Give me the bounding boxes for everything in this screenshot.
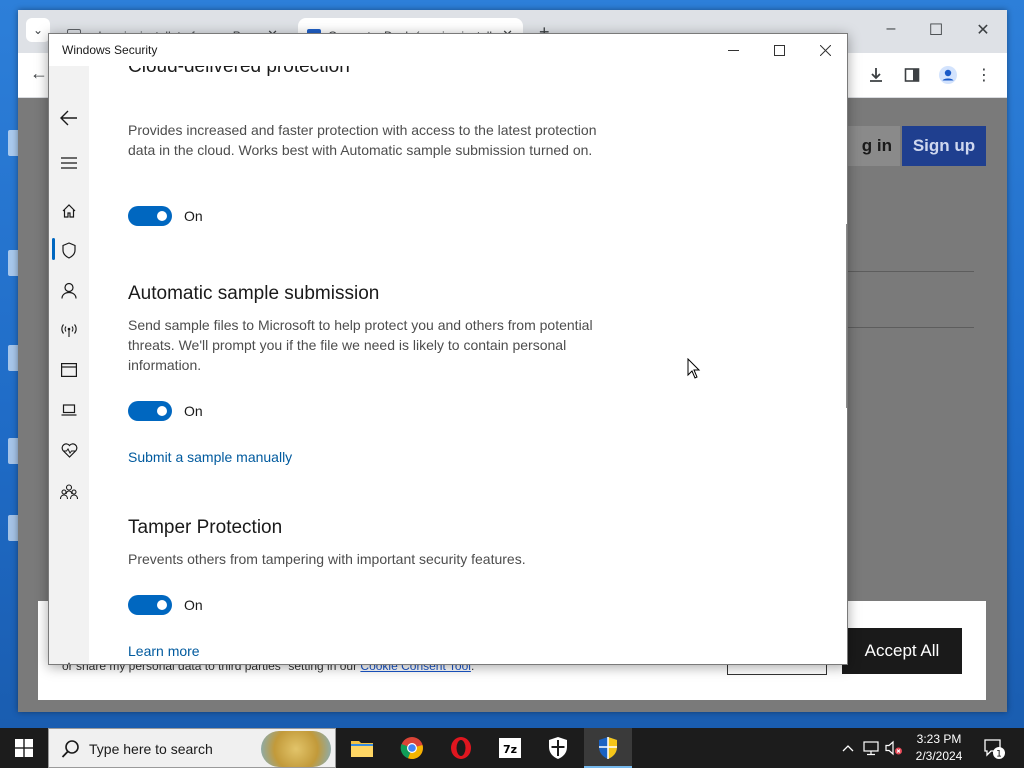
family-options-icon[interactable]	[57, 480, 81, 504]
mouse-cursor-icon	[687, 358, 701, 379]
start-button[interactable]	[0, 728, 48, 768]
windows-security-window: Windows Security Cloud-delivered protect…	[48, 33, 848, 665]
close-icon[interactable]	[802, 38, 847, 62]
window-title: Windows Security	[62, 43, 158, 57]
home-icon[interactable]	[57, 199, 81, 223]
clock-time: 3:23 PM	[916, 732, 962, 746]
search-icon	[61, 740, 79, 758]
sign-up-button[interactable]: Sign up	[902, 126, 986, 166]
submit-sample-link[interactable]: Submit a sample manually	[128, 449, 292, 465]
divider	[848, 271, 974, 272]
hamburger-menu-icon[interactable]	[57, 151, 81, 175]
cloud-protection-toggle[interactable]	[128, 206, 172, 226]
section-heading: Cloud-delivered protection	[128, 66, 350, 77]
device-security-laptop-icon[interactable]	[57, 398, 81, 422]
toggle-state-label: On	[184, 208, 203, 224]
opera-icon[interactable]	[445, 732, 477, 764]
profile-avatar-icon[interactable]	[938, 65, 958, 85]
security-shield-icon[interactable]	[592, 732, 624, 764]
section-description: Send sample files to Microsoft to help p…	[128, 317, 593, 373]
account-protection-person-icon[interactable]	[57, 278, 81, 302]
notification-center-icon[interactable]: 1	[982, 736, 1006, 760]
tab-search-icon[interactable]: ⌄	[26, 18, 50, 42]
section-heading: Automatic sample submission	[128, 283, 380, 304]
maximize-icon[interactable]	[756, 38, 802, 62]
learn-more-link[interactable]: Learn more	[128, 643, 200, 659]
device-health-heart-icon[interactable]	[57, 438, 81, 462]
scrollbar-thumb[interactable]	[846, 224, 847, 408]
network-icon[interactable]	[861, 738, 881, 758]
virus-protection-shield-icon[interactable]	[57, 238, 81, 262]
volume-muted-icon[interactable]	[884, 738, 904, 758]
more-options-icon[interactable]: ⋮	[974, 65, 994, 85]
search-highlight-image	[261, 731, 331, 767]
file-explorer-icon[interactable]	[346, 732, 378, 764]
clock-date: 2/3/2024	[915, 749, 963, 763]
accept-all-button[interactable]: Accept All	[842, 628, 962, 674]
notification-count: 1	[996, 750, 1002, 760]
windows-logo-icon	[15, 739, 33, 757]
section-heading: Tamper Protection	[128, 517, 283, 538]
toggle-state-label: On	[184, 403, 203, 419]
firewall-network-icon[interactable]	[57, 318, 81, 342]
taskbar: Type here to search 7z 3:23 PM 2/3/2024 …	[0, 728, 1024, 768]
minimize-icon[interactable]	[710, 38, 756, 62]
download-icon[interactable]	[866, 65, 886, 85]
search-placeholder: Type here to search	[89, 741, 213, 757]
settings-content: Cloud-delivered protection Provides incr…	[89, 66, 847, 664]
chrome-icon[interactable]	[396, 732, 428, 764]
minimize-icon[interactable]: –	[876, 20, 906, 38]
section-description: Provides increased and faster protection…	[128, 122, 597, 158]
side-panel-icon[interactable]	[902, 65, 922, 85]
navigation-sidebar	[49, 66, 89, 664]
system-clock[interactable]: 3:23 PM 2/3/2024	[906, 731, 972, 765]
toggle-state-label: On	[184, 597, 203, 613]
taskbar-search-box[interactable]: Type here to search	[48, 728, 336, 768]
maximize-icon[interactable]: ☐	[921, 20, 951, 40]
chevron-up-icon[interactable]	[838, 738, 858, 758]
back-arrow-icon[interactable]	[57, 106, 81, 130]
window-titlebar[interactable]: Windows Security	[49, 34, 847, 66]
svg-text:7z: 7z	[503, 743, 517, 756]
tamper-protection-toggle[interactable]	[128, 595, 172, 615]
sample-submission-toggle[interactable]	[128, 401, 172, 421]
app-browser-control-icon[interactable]	[57, 358, 81, 382]
section-description: Prevents others from tampering with impo…	[128, 551, 526, 567]
close-icon[interactable]: ✕	[968, 20, 998, 40]
selected-indicator	[52, 238, 55, 260]
back-arrow-icon[interactable]: ←	[30, 63, 48, 84]
windows-security-icon[interactable]	[542, 732, 574, 764]
settings-gear-icon[interactable]	[57, 658, 81, 664]
divider	[848, 327, 974, 328]
7zip-icon[interactable]: 7z	[494, 732, 526, 764]
